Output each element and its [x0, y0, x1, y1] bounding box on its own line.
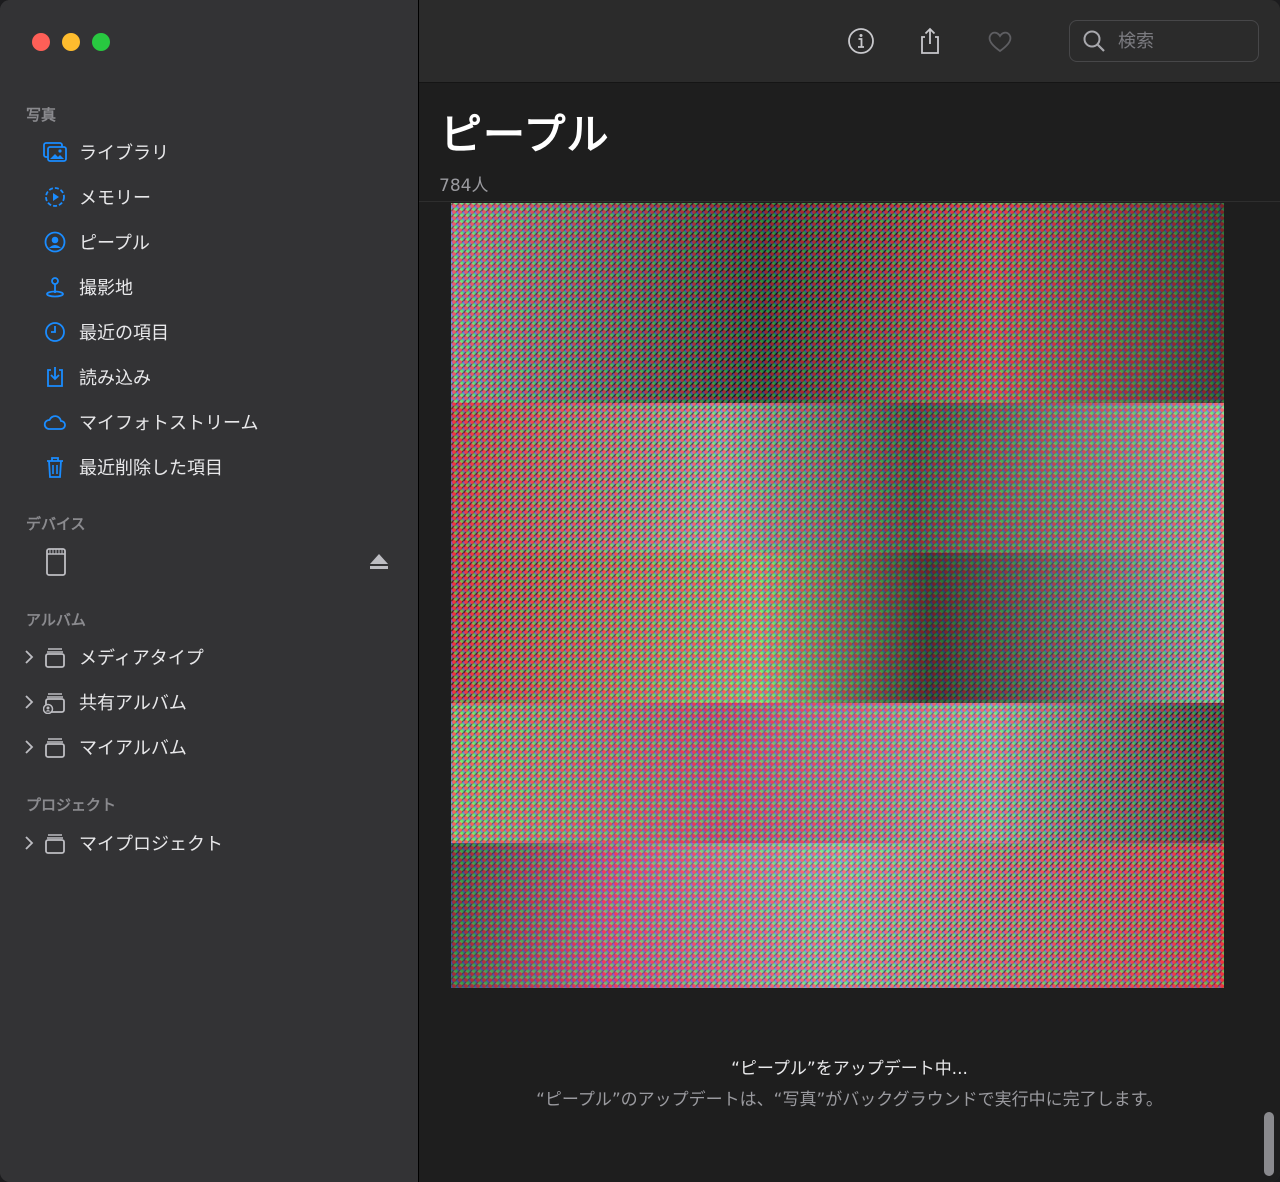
update-status: “ピープル”をアップデート中... “ピープル”のアップデートは、“写真”がバッ…	[419, 1054, 1280, 1110]
scrollbar-thumb[interactable]	[1264, 1112, 1274, 1176]
sidebar-item-people[interactable]: ピープル	[40, 224, 150, 260]
search-icon	[1083, 30, 1105, 52]
chevron-right-icon[interactable]	[22, 740, 36, 754]
chevron-right-icon[interactable]	[22, 836, 36, 850]
favorite-button[interactable]	[983, 24, 1017, 58]
search-input[interactable]	[1116, 29, 1240, 53]
share-button[interactable]	[913, 24, 947, 58]
info-icon	[848, 28, 874, 54]
trash-icon	[40, 452, 70, 482]
status-title: “ピープル”をアップデート中...	[731, 1059, 968, 1079]
page-header: ピープル 784人	[419, 83, 1280, 202]
search-field[interactable]	[1069, 20, 1259, 62]
sd-card-icon	[44, 547, 68, 581]
close-button[interactable]	[32, 33, 50, 51]
sidebar-item-label: 共有アルバム	[79, 693, 187, 714]
sidebar-item-label: マイプロジェクト	[79, 834, 223, 855]
sidebar-item-imports[interactable]: 読み込み	[40, 359, 151, 395]
import-icon	[40, 362, 70, 392]
sidebar-item-my-albums[interactable]: マイアルバム	[22, 729, 187, 765]
sidebar-item-label: メディアタイプ	[79, 648, 204, 669]
section-title-photos: 写真	[26, 106, 57, 124]
people-count: 784人	[439, 176, 489, 196]
photos-window: 写真 ライブラリ メモリー ピープル 撮影地 最近の項目 読み込み マイフォトス…	[0, 0, 1280, 1182]
sidebar-item-label: マイアルバム	[79, 738, 187, 759]
sidebar-item-my-projects[interactable]: マイプロジェクト	[22, 825, 223, 861]
mosaic-band	[451, 203, 1224, 403]
sidebar-item-device[interactable]	[40, 545, 390, 579]
sidebar-item-label: メモリー	[79, 188, 151, 209]
chevron-right-icon[interactable]	[22, 695, 36, 709]
section-title-projects: プロジェクト	[26, 796, 117, 814]
share-icon	[921, 27, 939, 54]
memories-icon	[40, 182, 70, 212]
places-icon	[40, 272, 70, 302]
eject-icon[interactable]	[368, 552, 390, 576]
people-placeholder-mosaic	[451, 203, 1224, 988]
album-stack-icon	[40, 828, 70, 858]
sidebar-item-recently-deleted[interactable]: 最近削除した項目	[40, 449, 223, 485]
mosaic-band	[451, 843, 1224, 988]
status-subtitle: “ピープル”のアップデートは、“写真”がバックグラウンドで実行中に完了します。	[536, 1090, 1163, 1110]
section-title-devices: デバイス	[26, 515, 86, 533]
mosaic-band	[451, 403, 1224, 553]
sidebar-item-places[interactable]: 撮影地	[40, 269, 133, 305]
sidebar-item-label: 最近の項目	[79, 323, 169, 344]
sidebar-item-library[interactable]: ライブラリ	[40, 134, 169, 170]
sidebar-item-label: ライブラリ	[79, 143, 169, 164]
album-stack-icon	[40, 642, 70, 672]
sidebar-item-label: マイフォトストリーム	[79, 413, 259, 434]
people-icon	[40, 227, 70, 257]
sidebar-item-label: 読み込み	[79, 368, 151, 389]
sidebar-item-recents[interactable]: 最近の項目	[40, 314, 169, 350]
chevron-right-icon[interactable]	[22, 650, 36, 664]
cloud-icon	[40, 407, 70, 437]
mosaic-band	[451, 553, 1224, 703]
main-content: ピープル 784人 “ピープル”をアップデート中... “ピープル”のアップデー…	[419, 0, 1280, 1182]
album-stack-icon	[40, 732, 70, 762]
sidebar-item-shared-albums[interactable]: 共有アルバム	[22, 684, 187, 720]
info-button[interactable]	[844, 24, 878, 58]
minimize-button[interactable]	[62, 33, 80, 51]
shared-album-icon	[40, 687, 70, 717]
heart-icon	[988, 31, 1012, 53]
window-controls	[32, 33, 110, 51]
mosaic-band	[451, 703, 1224, 843]
sidebar-item-memories[interactable]: メモリー	[40, 179, 151, 215]
section-title-albums: アルバム	[26, 611, 86, 629]
photo-library-icon	[40, 137, 70, 167]
sidebar-item-media-types[interactable]: メディアタイプ	[22, 639, 204, 675]
sidebar-item-photostream[interactable]: マイフォトストリーム	[40, 404, 258, 440]
sidebar-item-label: 最近削除した項目	[79, 458, 223, 479]
sidebar-item-label: ピープル	[79, 233, 150, 254]
toolbar	[419, 0, 1280, 83]
page-title: ピープル	[440, 110, 610, 159]
clock-icon	[40, 317, 70, 347]
zoom-button[interactable]	[92, 33, 110, 51]
sidebar-item-label: 撮影地	[79, 278, 133, 299]
sidebar: 写真 ライブラリ メモリー ピープル 撮影地 最近の項目 読み込み マイフォトス…	[0, 0, 419, 1182]
